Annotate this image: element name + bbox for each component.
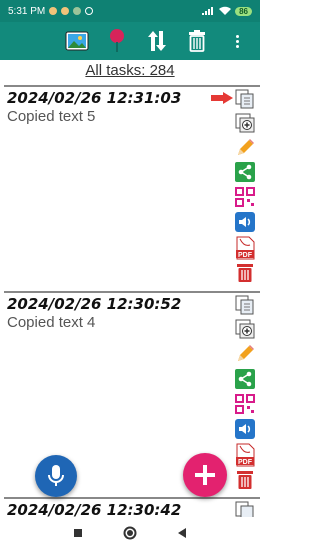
copy-icon[interactable] — [234, 295, 256, 315]
speaker-icon[interactable] — [234, 212, 256, 232]
trash-icon[interactable] — [184, 28, 210, 54]
copy-icon[interactable] — [234, 501, 256, 517]
arrow-right-icon — [211, 92, 233, 104]
task-item[interactable]: 2024/02/26 12:31:03 Copied text 5 PDF — [0, 87, 260, 287]
task-item[interactable]: 2024/02/26 12:30:42 — [0, 499, 260, 517]
recents-icon[interactable] — [73, 528, 83, 538]
status-time: 5:31 PM — [8, 5, 46, 17]
delete-icon[interactable] — [234, 470, 256, 490]
home-icon[interactable] — [123, 526, 137, 540]
status-bar: 5:31 PM 86 — [0, 0, 260, 22]
system-nav-bar — [0, 517, 260, 549]
status-left: 5:31 PM — [8, 5, 94, 17]
signal-icon — [202, 7, 214, 15]
pdf-icon[interactable]: PDF — [234, 443, 256, 467]
add-task-button[interactable] — [183, 453, 227, 497]
more-options-icon[interactable] — [224, 28, 250, 54]
task-date: 2024/02/26 12:30:42 — [7, 501, 182, 517]
wifi-icon — [219, 6, 232, 15]
delete-icon[interactable] — [234, 263, 256, 283]
microphone-icon — [48, 465, 64, 486]
speaker-icon[interactable] — [234, 419, 256, 439]
qr-code-icon[interactable] — [234, 187, 256, 207]
duplicate-icon[interactable] — [234, 113, 256, 133]
share-icon[interactable] — [234, 162, 256, 182]
notification-icon — [61, 7, 70, 15]
app-bar — [0, 22, 260, 60]
share-icon[interactable] — [234, 369, 256, 389]
task-text: Copied text 5 — [7, 108, 96, 125]
task-text: Copied text 4 — [7, 314, 96, 331]
status-right: 86 — [201, 6, 252, 16]
pin-icon[interactable] — [104, 28, 130, 54]
notification-icon — [85, 7, 94, 15]
voice-input-button[interactable] — [35, 455, 77, 497]
pdf-label: PDF — [238, 252, 253, 259]
task-date: 2024/02/26 12:30:52 — [7, 295, 182, 313]
edit-icon[interactable] — [234, 344, 256, 364]
task-date: 2024/02/26 12:31:03 — [7, 89, 182, 107]
image-icon[interactable] — [64, 28, 90, 54]
battery-icon: 86 — [235, 6, 252, 16]
screen: 5:31 PM 86 All tasks: 284 2024/02/26 12:… — [0, 0, 260, 549]
pdf-label: PDF — [238, 459, 253, 466]
task-count[interactable]: All tasks: 284 — [0, 62, 260, 79]
back-icon[interactable] — [177, 527, 187, 539]
qr-code-icon[interactable] — [234, 394, 256, 414]
sort-icon[interactable] — [144, 28, 170, 54]
plus-icon — [195, 465, 215, 485]
notification-icon — [49, 7, 58, 15]
duplicate-icon[interactable] — [234, 319, 256, 339]
copy-icon[interactable] — [234, 89, 256, 109]
pdf-icon[interactable]: PDF — [234, 236, 256, 260]
notification-icon — [73, 7, 82, 15]
edit-icon[interactable] — [234, 138, 256, 158]
